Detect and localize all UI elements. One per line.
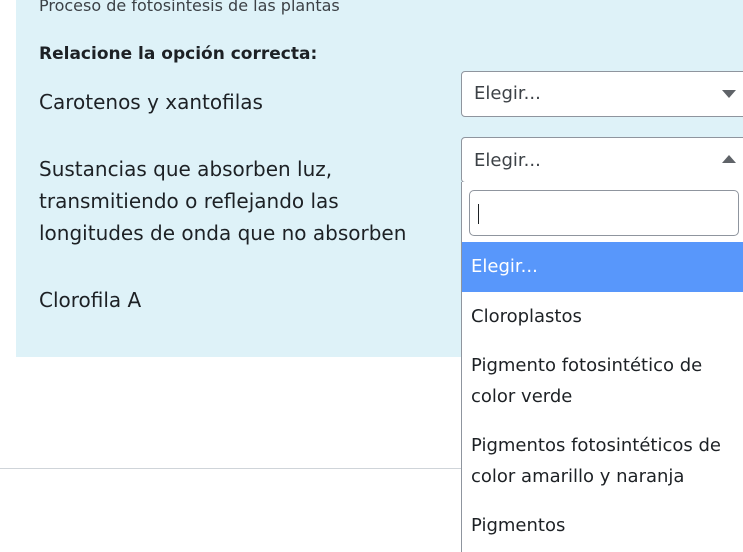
dropdown-option-pigmento-verde[interactable]: Pigmento fotosintético de color verde (462, 350, 732, 412)
select-value: Elegir... (474, 150, 541, 171)
stem-sustancias: Sustancias que absorben luz, transmitien… (39, 157, 407, 245)
dropdown-option-cloroplastos[interactable]: Cloroplastos (462, 301, 743, 332)
stem-carotenos: Carotenos y xantofilas (39, 90, 263, 114)
question-intro-text: Proceso de fotosíntesis de las plantas (39, 0, 340, 15)
dropdown-option-elegir[interactable]: Elegir... (462, 242, 743, 292)
chevron-up-icon (722, 155, 736, 163)
divider (0, 468, 462, 469)
select-value: Elegir... (474, 83, 541, 104)
dropdown-option-pigmentos[interactable]: Pigmentos (462, 510, 743, 541)
dropdown-option-pigmentos-amarillo[interactable]: Pigmentos fotosintéticos de color amaril… (462, 430, 743, 492)
select-sustancias[interactable]: Elegir... (461, 137, 743, 183)
select-dropdown-list: Elegir... Cloroplastos Pigmento fotosint… (461, 182, 743, 552)
stem-clorofila: Clorofila A (39, 288, 142, 312)
select-carotenos[interactable]: Elegir... (461, 71, 743, 117)
dropdown-search-input[interactable] (469, 190, 739, 236)
text-caret (478, 204, 479, 224)
chevron-down-icon (722, 90, 736, 98)
instruction-label: Relacione la opción correcta: (39, 44, 318, 64)
